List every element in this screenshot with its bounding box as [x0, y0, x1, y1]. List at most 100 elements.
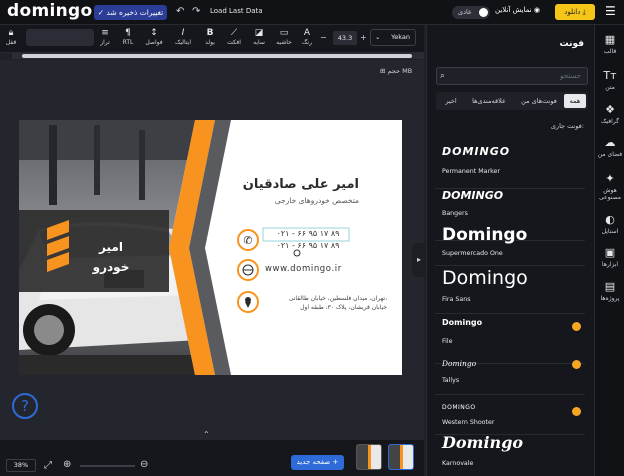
font-item[interactable]: Domingo Karnovale — [435, 431, 585, 473]
zoom-slider[interactable] — [80, 465, 135, 467]
top-bar: domingo ✓ تغییرات ذخیره شد ↶ ↷ Load Last… — [0, 0, 624, 25]
align-icon: ≡ — [101, 28, 109, 38]
font-name: Permanent Marker — [442, 168, 501, 175]
crown-icon — [572, 407, 581, 416]
page-thumbnail-2[interactable] — [388, 444, 414, 470]
nav-item-style[interactable]: ◐ استایل — [595, 213, 624, 235]
folder-icon: ▤ — [604, 280, 616, 293]
font-panel: فونت جستجو ⌕ همه فونت‌های من علاقه‌مندی‌… — [426, 25, 594, 476]
bold-tool[interactable]: B بولد — [199, 28, 221, 46]
font-family-select[interactable]: ⌄ Yekan — [370, 29, 416, 46]
zoom-in-icon[interactable]: ⊕ — [63, 459, 71, 471]
mode-toggle[interactable]: عادی — [452, 6, 490, 19]
spacing-tool[interactable]: ↕ فواصل — [143, 28, 165, 46]
font-item[interactable]: DOMINGO Permanent Marker — [435, 137, 585, 189]
card-title[interactable]: متخصص خودروهای خارجی — [239, 196, 359, 205]
card-address-line1[interactable]: تهران، میدان فلسطین، خیابان طالقانی، — [263, 295, 387, 302]
crown-icon — [572, 360, 581, 369]
page-thumbnail-1[interactable] — [356, 444, 382, 470]
italic-icon: I — [181, 28, 185, 38]
svg-text:✆: ✆ — [243, 234, 252, 247]
font-item[interactable]: Domingo Supermercado One — [435, 222, 585, 266]
download-button[interactable]: دانلود ⤓ — [555, 4, 595, 20]
card-address-line2[interactable]: خیابان قریشان، پلاک ۳۰، طبقه اول — [263, 304, 387, 311]
tab-all[interactable]: همه — [564, 94, 586, 108]
nav-item-my-space[interactable]: ☁ فضای من — [595, 136, 624, 158]
font-tabs: همه فونت‌های من علاقه‌مندی‌ها اخیر — [436, 92, 588, 110]
brand-name-line2[interactable]: خودرو — [81, 260, 141, 274]
location-pin-icon — [237, 291, 259, 313]
font-sample: DOMINGO — [442, 145, 511, 158]
brand-name-line1[interactable]: امیر — [81, 240, 141, 254]
font-sample: DOMINGO — [442, 404, 476, 411]
effect-icon: ⟋ — [230, 28, 238, 38]
scrollbar-thumb[interactable] — [22, 54, 412, 58]
zoom-out-icon[interactable]: ⊖ — [140, 459, 148, 471]
spacing-icon: ↕ — [150, 28, 158, 38]
font-item[interactable]: Domingo Fira Sans — [435, 266, 585, 314]
grid-icon: ⊞ — [380, 67, 386, 75]
stroke-icon: ▭ — [279, 28, 289, 38]
text-icon: Tт — [603, 69, 617, 82]
search-icon[interactable]: ⌕ — [440, 71, 445, 81]
cloud-icon: ☁ — [604, 136, 616, 149]
expand-bottom-icon[interactable]: ⌃ — [203, 429, 210, 441]
stroke-tool[interactable]: ▭ حاشیه — [273, 28, 295, 46]
font-name: File — [442, 338, 453, 345]
lock-icon: 🔒︎ — [8, 28, 14, 38]
rotate-handle[interactable] — [293, 249, 301, 257]
font-name: Tallys — [442, 377, 460, 384]
load-last-data-button[interactable]: Load Last Data — [210, 7, 263, 15]
graphics-icon: ❖ — [605, 103, 615, 116]
font-search-input[interactable]: جستجو — [436, 67, 588, 85]
help-button[interactable]: ? — [12, 393, 38, 419]
nav-item-ai[interactable]: ✦ هوش مصنوعی — [595, 172, 624, 201]
tab-favorites[interactable]: علاقه‌مندی‌ها — [464, 94, 514, 108]
tab-my-fonts[interactable]: فونت‌های من — [516, 94, 562, 108]
undo-icon[interactable]: ↶ — [176, 6, 184, 18]
nav-item-text[interactable]: Tт متن — [595, 69, 624, 91]
fullscreen-icon[interactable]: ⤢ — [44, 460, 52, 472]
card-website[interactable]: www.domingo.ir — [265, 264, 365, 274]
rtl-tool[interactable]: ¶ RTL — [117, 28, 139, 46]
hamburger-menu-icon[interactable]: ☰ — [605, 4, 616, 18]
phone-icon: ✆ — [237, 229, 259, 251]
bold-icon: B — [206, 28, 214, 38]
text-toolbar: 🔒︎ قفل ≡ تراز ¶ RTL ↕ فواصل I ایتالیک B بولد ⟋… — [0, 25, 424, 53]
rtl-icon: ¶ — [125, 28, 131, 38]
lock-tool[interactable]: 🔒︎ قفل — [0, 28, 22, 46]
card-phone-1[interactable]: ۰۲۱ - ۶۶ ۹۵ ۱۷ ۸۹ — [263, 229, 353, 238]
volume-indicator: ⊞ حجم MB — [380, 67, 413, 75]
nav-item-graphics[interactable]: ❖ گرافیک — [595, 103, 624, 125]
redo-icon[interactable]: ↷ — [192, 6, 200, 18]
font-size-input[interactable]: 43.3 — [333, 31, 357, 45]
decrease-size-icon[interactable]: − — [320, 32, 327, 44]
font-sample: Domingo — [442, 359, 477, 368]
toggle-knob — [479, 8, 488, 17]
tools-icon: ▣ — [604, 246, 616, 259]
nav-item-projects[interactable]: ▤ پروژه‌ها — [595, 280, 624, 302]
side-nav: ▦ قالب Tт متن ❖ گرافیک ☁ فضای من ✦ هوش مصنوعی… — [594, 25, 624, 476]
font-item[interactable]: DOMINGO Western Shooter — [435, 395, 585, 435]
zoom-level-select[interactable]: 38% — [6, 459, 36, 472]
color-swatch-box[interactable] — [26, 29, 94, 46]
online-preview-button[interactable]: نمایش آنلاین ◉ — [495, 6, 540, 14]
business-card[interactable]: ✆ امیر علی صادقیان متخصص خودروهای خارجی … — [19, 120, 402, 375]
effect-tool[interactable]: ⟋ افکت — [223, 28, 245, 46]
increase-size-icon[interactable]: + — [360, 32, 367, 44]
panel-collapse-tab[interactable]: ▸ — [412, 243, 426, 277]
save-status-button[interactable]: ✓ تغییرات ذخیره شد — [94, 5, 167, 20]
shadow-tool[interactable]: ◪ سایه — [248, 28, 270, 46]
horizontal-scrollbar[interactable] — [12, 53, 424, 59]
color-tool[interactable]: A رنگ — [296, 28, 318, 46]
tab-recent[interactable]: اخیر — [440, 94, 462, 108]
font-item[interactable]: Domingo Tallys — [435, 351, 585, 395]
card-name[interactable]: امیر علی صادقیان — [239, 177, 359, 192]
card-phone-2[interactable]: ۰۲۱ - ۶۶ ۹۵ ۱۷ ۸۹ — [263, 241, 353, 250]
italic-tool[interactable]: I ایتالیک — [172, 28, 194, 46]
panel-title: فونت — [559, 39, 584, 49]
new-page-button[interactable]: صفحه جدید + — [291, 455, 344, 470]
nav-item-tools[interactable]: ▣ ابزارها — [595, 246, 624, 268]
align-tool[interactable]: ≡ تراز — [94, 28, 116, 46]
nav-item-template[interactable]: ▦ قالب — [595, 33, 624, 55]
